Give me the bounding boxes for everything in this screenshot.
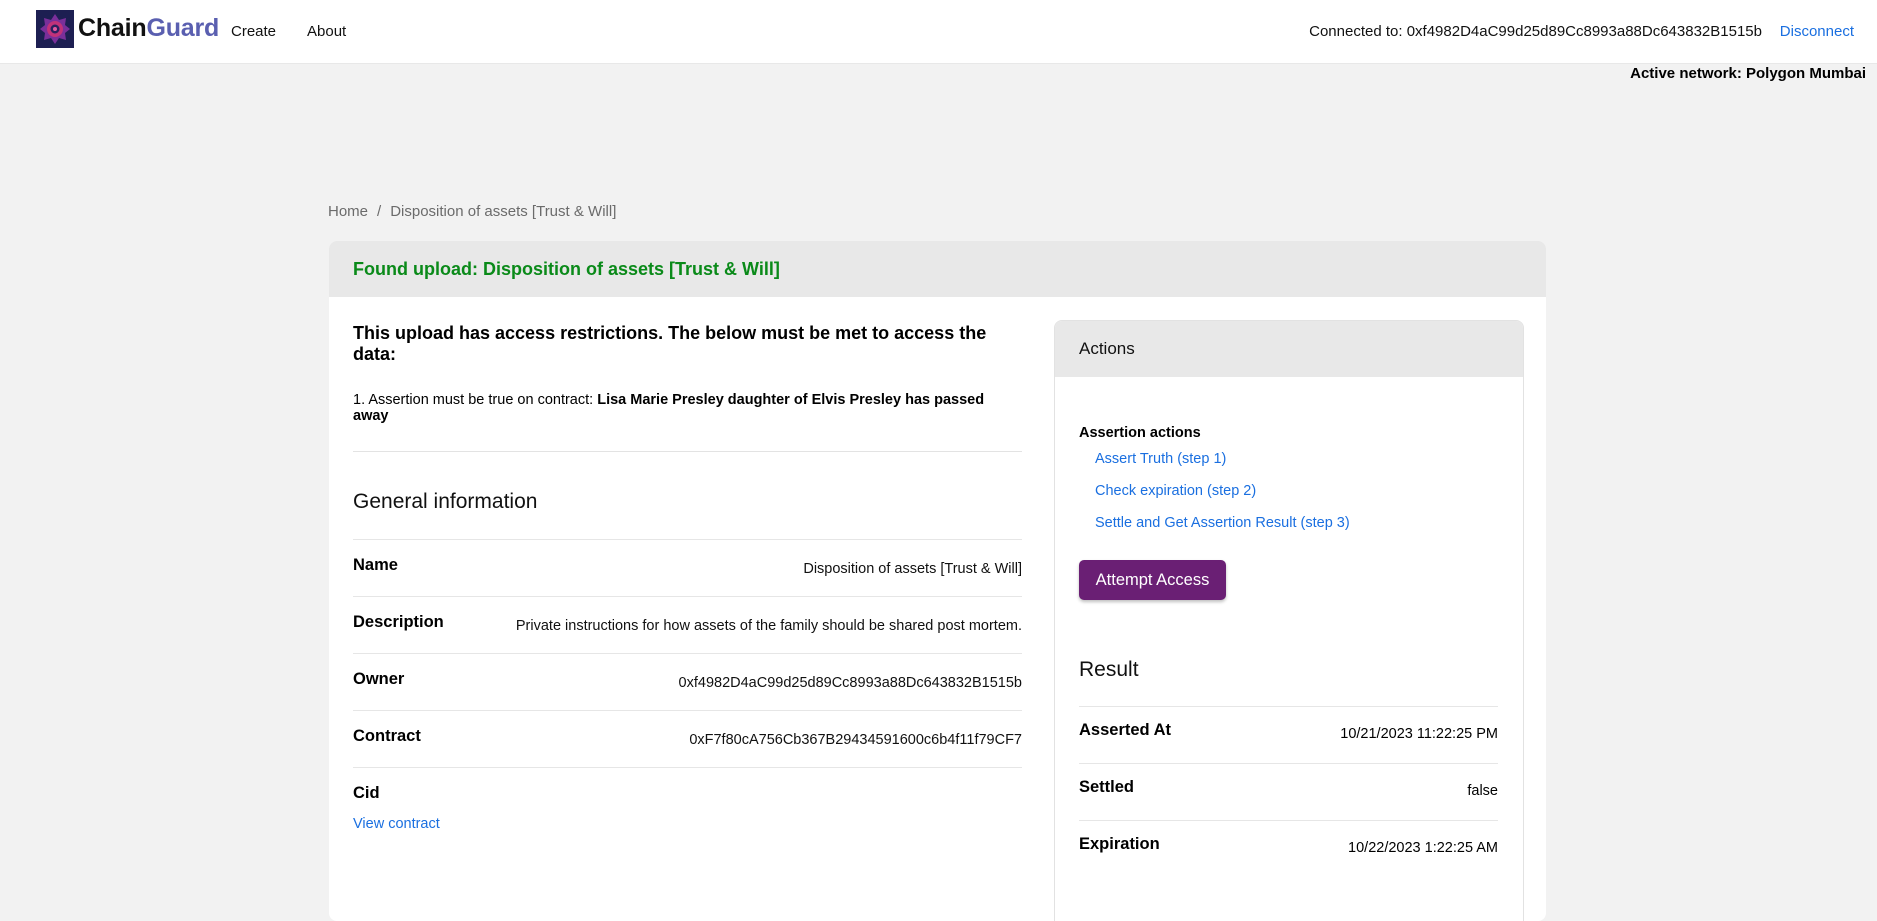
info-key: Name (353, 556, 398, 574)
breadcrumb-home[interactable]: Home (328, 203, 368, 220)
chainguard-logo-icon[interactable] (36, 10, 74, 48)
restriction-prefix: 1. Assertion must be true on contract: (353, 392, 598, 408)
upload-details: This upload has access restrictions. The… (353, 321, 1022, 832)
breadcrumb-current: Disposition of assets [Trust & Will] (390, 203, 617, 220)
result-value: false (1467, 783, 1498, 799)
actions-title: Actions (1055, 321, 1523, 377)
info-key: Contract (353, 727, 421, 745)
result-row-expiration: Expiration 10/22/2023 1:22:25 AM (1079, 820, 1498, 877)
result-row-asserted-at: Asserted At 10/21/2023 11:22:25 PM (1079, 706, 1498, 763)
info-value: Disposition of assets [Trust & Will] (803, 561, 1022, 577)
nav-create-link[interactable]: Create (231, 23, 276, 40)
info-row-owner: Owner 0xf4982D4aC99d25d89Cc8993a88Dc6438… (353, 653, 1022, 710)
result-row-settled: Settled false (1079, 763, 1498, 820)
info-row-cid: Cid (353, 767, 1022, 816)
divider (353, 451, 1022, 452)
restrictions-title: This upload has access restrictions. The… (353, 323, 987, 364)
nav-about-link[interactable]: About (307, 23, 346, 40)
connected-address: Connected to: 0xf4982D4aC99d25d89Cc8993a… (1309, 23, 1762, 40)
result-value: 10/22/2023 1:22:25 AM (1348, 840, 1498, 856)
brand-name-part2: Guard (146, 14, 220, 42)
disconnect-button[interactable]: Disconnect (1780, 23, 1854, 40)
breadcrumb-separator: / (377, 203, 382, 220)
top-navbar: ChainGuard Create About Connected to: 0x… (0, 0, 1877, 64)
info-key: Cid (353, 784, 380, 802)
assertion-actions-label: Assertion actions (1079, 425, 1201, 441)
result-value: 10/21/2023 11:22:25 PM (1340, 726, 1498, 742)
result-key: Asserted At (1079, 721, 1171, 739)
check-expiration-link[interactable]: Check expiration (step 2) (1095, 483, 1256, 499)
result-key: Expiration (1079, 835, 1160, 853)
found-upload-header: Found upload: Disposition of assets [Tru… (329, 241, 1546, 297)
info-row-contract: Contract 0xF7f80cA756Cb367B29434591600c6… (353, 710, 1022, 767)
info-key: Owner (353, 670, 405, 688)
actions-panel: Actions Assertion actions Assert Truth (… (1054, 320, 1524, 921)
info-key: Description (353, 613, 444, 631)
restriction-item: 1. Assertion must be true on contract: L… (353, 392, 1022, 424)
brand-name-part1: Chain (78, 14, 147, 42)
info-row-name: Name Disposition of assets [Trust & Will… (353, 539, 1022, 596)
view-contract-link[interactable]: View contract (353, 816, 1022, 832)
assert-truth-link[interactable]: Assert Truth (step 1) (1095, 451, 1226, 467)
breadcrumb: Home / Disposition of assets [Trust & Will… (328, 203, 616, 220)
info-row-description: Description Private instructions for how… (353, 596, 1022, 653)
attempt-access-button[interactable]: Attempt Access (1079, 560, 1226, 600)
settle-assertion-link[interactable]: Settle and Get Assertion Result (step 3) (1095, 515, 1350, 531)
upload-card: Found upload: Disposition of assets [Tru… (329, 241, 1546, 921)
active-network-label: Active network: Polygon Mumbai (1630, 65, 1866, 82)
result-title: Result (1079, 658, 1139, 681)
brand-name[interactable]: ChainGuard (78, 14, 219, 43)
info-value: 0xF7f80cA756Cb367B29434591600c6b4f11f79C… (689, 732, 1022, 748)
info-value: 0xf4982D4aC99d25d89Cc8993a88Dc643832B151… (678, 675, 1022, 691)
result-key: Settled (1079, 778, 1135, 796)
general-information-title: General information (353, 490, 538, 513)
info-value: Private instructions for how assets of t… (515, 618, 1022, 634)
